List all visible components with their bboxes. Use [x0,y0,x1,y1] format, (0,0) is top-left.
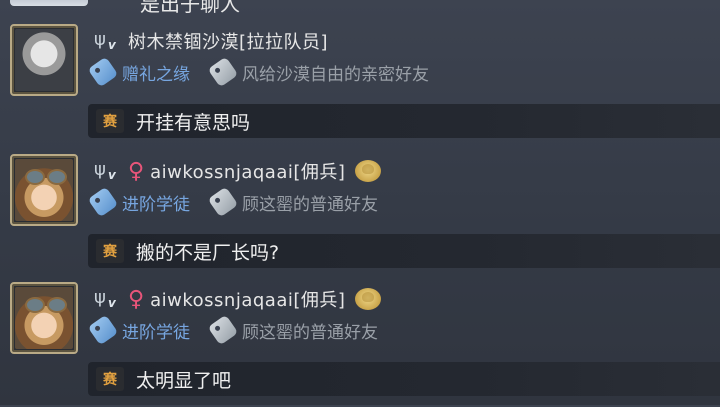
chat-message: ψv ♀ aiwkossnjaqaai[佣兵] 进阶学徒 顾这罂的普通好友 赛 … [0,282,720,407]
friend-label: 顾这罂的普通好友 [242,322,378,343]
server-badge: 赛 [96,239,124,263]
antler-rank-icon: ψv [94,29,116,52]
female-icon: ♀ [128,286,145,312]
relation-row: 进阶学徒 顾这罂的普通好友 [87,186,378,218]
tag-icon [207,56,239,88]
tag-icon [87,56,119,88]
antler-rank-icon: ψv [94,159,116,182]
name-row: ψv ♀ aiwkossnjaqaai[佣兵] [92,284,382,314]
goggles-avatar-image [15,159,73,221]
username[interactable]: aiwkossnjaqaai[佣兵] [150,286,345,312]
avatar[interactable] [10,24,78,96]
username[interactable]: aiwkossnjaqaai[佣兵] [150,158,345,184]
tag-icon [207,186,239,218]
silver-hair-avatar-image [15,29,73,91]
server-badge: 赛 [96,367,124,391]
goggle-shape [25,297,45,313]
message-text: 是出子聊人 [140,0,240,16]
avatar[interactable] [10,282,78,354]
relation-label: 赠礼之缘 [122,64,190,85]
message-bubble: 赛 太明显了吧 [88,362,720,396]
message-text: 开挂有意思吗 [136,111,251,134]
name-row: ψv 树木禁锢沙漠[拉拉队员] [92,26,328,56]
previous-message-partial: 是出子聊人 [0,0,720,16]
friend-label: 风给沙漠自由的亲密好友 [242,64,429,85]
name-row: ψv ♀ aiwkossnjaqaai[佣兵] [92,156,382,186]
group-badge-icon [355,288,382,310]
chat-message: ψv 树木禁锢沙漠[拉拉队员] 赠礼之缘 风给沙漠自由的亲密好友 赛 开挂有意思… [0,24,720,149]
message-bubble: 赛 开挂有意思吗 [88,104,720,138]
goggle-shape [25,169,45,185]
server-badge: 赛 [96,109,124,133]
female-icon: ♀ [128,158,145,184]
relation-label: 进阶学徒 [122,322,190,343]
friend-label: 顾这罂的普通好友 [242,194,378,215]
goggle-shape [47,169,67,185]
avatar[interactable] [10,0,88,6]
chat-area: 是出子聊人 ψv 树木禁锢沙漠[拉拉队员] 赠礼之缘 风给沙漠自由的亲密好友 赛… [0,0,720,405]
goggle-shape [47,297,67,313]
tag-icon [207,314,239,346]
relation-label: 进阶学徒 [122,194,190,215]
username[interactable]: 树木禁锢沙漠[拉拉队员] [128,28,328,54]
chat-message: ψv ♀ aiwkossnjaqaai[佣兵] 进阶学徒 顾这罂的普通好友 赛 … [0,154,720,279]
avatar[interactable] [10,154,78,226]
goggles-avatar-image [15,287,73,349]
relation-row: 进阶学徒 顾这罂的普通好友 [87,314,378,346]
message-bubble: 赛 搬的不是厂长吗? [88,234,720,268]
message-text: 搬的不是厂长吗? [136,241,280,264]
tag-icon [87,186,119,218]
tag-icon [87,314,119,346]
relation-row: 赠礼之缘 风给沙漠自由的亲密好友 [87,56,429,88]
message-text: 太明显了吧 [136,369,232,392]
antler-rank-icon: ψv [94,287,116,310]
group-badge-icon [355,160,382,182]
